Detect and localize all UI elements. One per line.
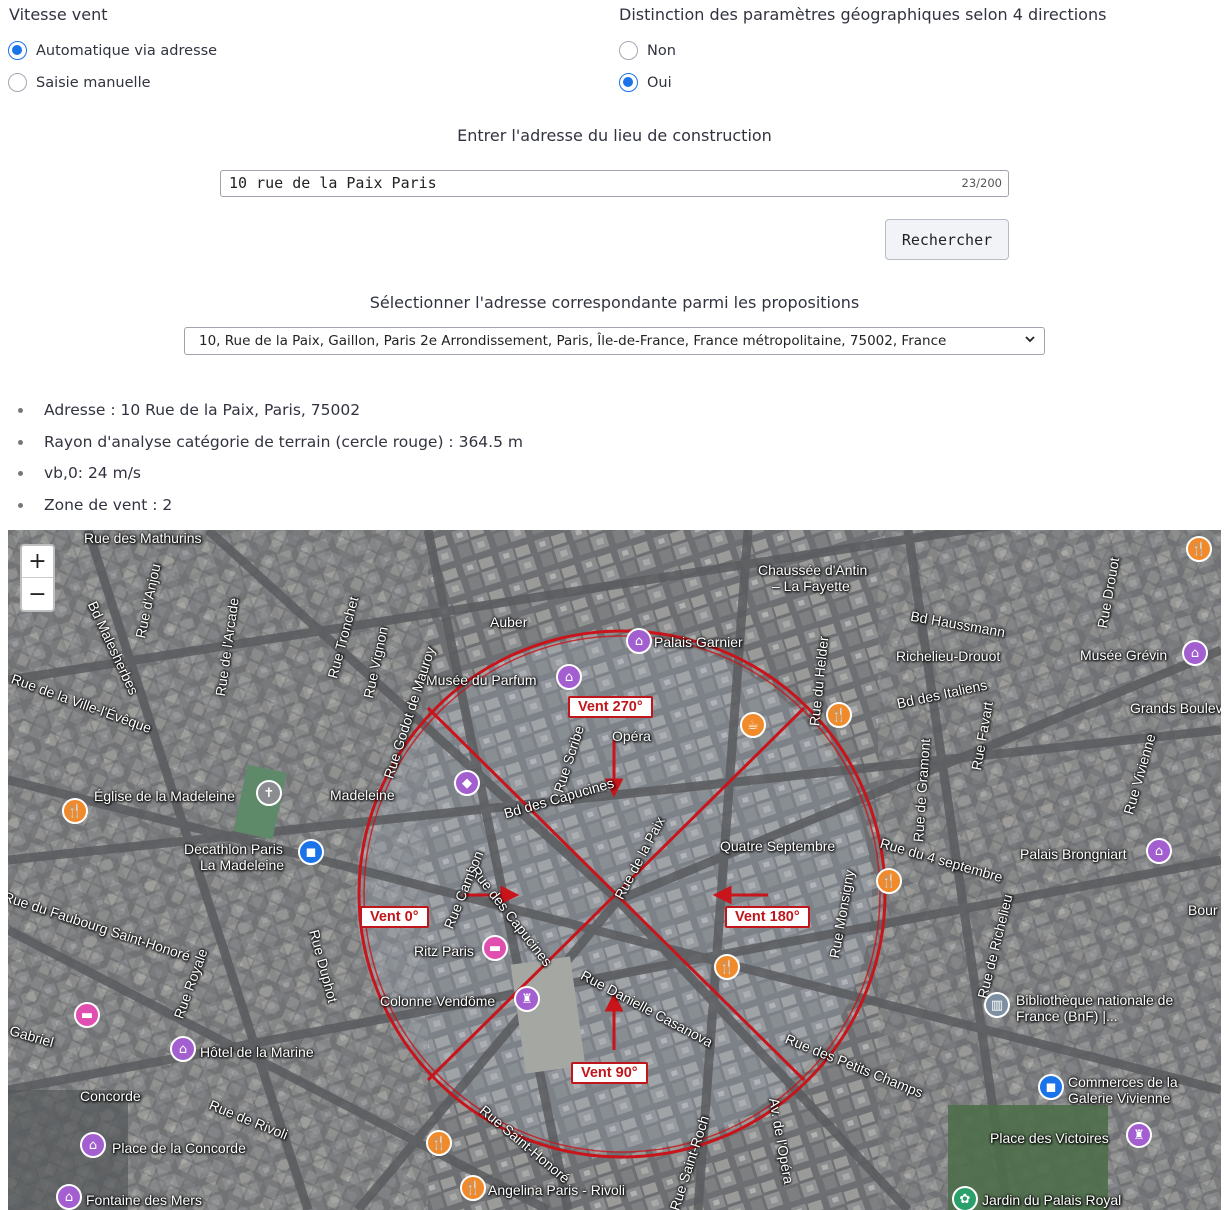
address-input[interactable]: 10 rue de la Paix Paris 23/200 <box>220 170 1009 197</box>
restaurant-icon[interactable]: 🍴 <box>714 954 740 980</box>
library-icon[interactable]: ▥ <box>984 992 1010 1018</box>
map-label: Grands Boulev <box>1130 700 1221 716</box>
radio-label: Oui <box>647 74 672 91</box>
radio-unselected-icon[interactable] <box>619 41 638 60</box>
wind-label-north: Vent 270° <box>568 696 653 718</box>
hotel-icon[interactable]: ▬ <box>482 935 508 961</box>
map-label: Concorde <box>80 1088 141 1104</box>
radio-label: Automatique via adresse <box>36 42 218 59</box>
radio-unselected-icon[interactable] <box>8 73 27 92</box>
landmark-icon[interactable]: ⌂ <box>80 1132 106 1158</box>
map-label: Madeleine <box>330 787 395 803</box>
map-label: Decathlon Paris <box>184 841 283 857</box>
info-radius: Rayon d'analyse catégorie de terrain (ce… <box>18 430 523 462</box>
map-label: La Madeleine <box>200 857 285 873</box>
map-label: Place des Victoires <box>990 1130 1109 1146</box>
map-label: Palais Garnier <box>654 634 743 650</box>
landmark-icon[interactable]: ⌂ <box>1146 838 1172 864</box>
address-select[interactable]: 10, Rue de la Paix, Gaillon, Paris 2e Ar… <box>184 327 1045 355</box>
restaurant-icon[interactable]: 🍴 <box>876 868 902 894</box>
address-input-value: 10 rue de la Paix Paris <box>229 174 437 192</box>
map-label: – La Fayette <box>772 578 850 594</box>
info-address: Adresse : 10 Rue de la Paix, Paris, 7500… <box>18 398 523 430</box>
museum-icon[interactable]: ⌂ <box>556 664 582 690</box>
map-label: Hôtel de la Marine <box>200 1044 314 1060</box>
museum-icon[interactable]: ⌂ <box>1182 640 1208 666</box>
map-label: Opéra <box>612 728 651 744</box>
map-label: Bour <box>1188 902 1218 918</box>
restaurant-icon[interactable]: 🍴 <box>826 702 852 728</box>
shopping-icon[interactable]: ◆ <box>454 770 480 796</box>
church-icon[interactable]: ✝ <box>256 780 282 806</box>
radio-selected-icon[interactable] <box>619 73 638 92</box>
info-list: Adresse : 10 Rue de la Paix, Paris, 7500… <box>0 398 523 524</box>
map-label: Musée Grévin <box>1080 647 1168 663</box>
radio-label: Non <box>647 42 676 59</box>
map-label: France (BnF) |... <box>1016 1008 1118 1024</box>
address-select-value: 10, Rue de la Paix, Gaillon, Paris 2e Ar… <box>199 333 947 349</box>
shopping-bag-icon[interactable]: ◼ <box>298 839 324 865</box>
map-label: Galerie Vivienne <box>1068 1090 1171 1106</box>
map-label: Place de la Concorde <box>112 1140 246 1156</box>
radio-oui[interactable]: Oui <box>619 73 672 92</box>
museum-icon[interactable]: ⌂ <box>170 1036 196 1062</box>
map-label: Église de la Madeleine <box>94 788 235 804</box>
map-label: Palais Brongniart <box>1020 846 1127 862</box>
radio-selected-icon[interactable] <box>8 41 27 60</box>
address-input-label: Entrer l'adresse du lieu de construction <box>457 126 772 145</box>
satellite-map[interactable]: + − Vent 270° Vent 0° Vent 180° Vent 90°… <box>8 530 1221 1210</box>
map-label: Quatre Septembre <box>720 838 836 854</box>
map-background <box>8 530 1221 1210</box>
wind-label-west: Vent 0° <box>360 906 429 928</box>
geo-params-label: Distinction des paramètres géographiques… <box>619 5 1107 24</box>
info-wind-zone: Zone de vent : 2 <box>18 493 523 525</box>
museum-icon[interactable]: ⌂ <box>626 628 652 654</box>
landmark-icon[interactable]: ⌂ <box>56 1184 82 1210</box>
wind-speed-label: Vitesse vent <box>9 5 108 24</box>
chevron-down-icon <box>1025 336 1035 343</box>
monument-icon[interactable]: ♜ <box>514 986 540 1012</box>
hotel-icon[interactable]: ▬ <box>74 1002 100 1028</box>
cafe-icon[interactable]: ☕ <box>740 712 766 738</box>
char-counter: 23/200 <box>961 176 1002 190</box>
radio-label: Saisie manuelle <box>36 74 151 91</box>
map-label: Angelina Paris - Rivoli <box>488 1182 625 1198</box>
zoom-out-button[interactable]: − <box>22 578 53 610</box>
wind-label-east: Vent 180° <box>725 906 810 928</box>
wind-label-south: Vent 90° <box>571 1062 648 1084</box>
shopping-bag-icon[interactable]: ◼ <box>1038 1074 1064 1100</box>
restaurant-icon[interactable]: 🍴 <box>460 1175 486 1201</box>
map-label: Jardin du Palais Royal <box>982 1192 1122 1208</box>
map-label: Fontaine des Mers <box>86 1192 202 1208</box>
map-label: Musée du Parfum <box>426 672 537 688</box>
map-label: Commerces de la <box>1068 1074 1178 1090</box>
map-label: Richelieu-Drouot <box>896 648 1001 664</box>
restaurant-icon[interactable]: 🍴 <box>1186 536 1212 562</box>
map-label: Chaussée d'Antin <box>758 562 868 578</box>
search-button[interactable]: Rechercher <box>885 219 1009 260</box>
map-label: Rue des Mathurins <box>84 530 202 546</box>
zoom-control: + − <box>20 544 55 612</box>
radio-non[interactable]: Non <box>619 41 676 60</box>
radio-manual-entry[interactable]: Saisie manuelle <box>8 73 151 92</box>
restaurant-icon[interactable]: 🍴 <box>62 798 88 824</box>
garden-icon[interactable]: ✿ <box>952 1186 978 1210</box>
radio-auto-address[interactable]: Automatique via adresse <box>8 41 217 60</box>
map-label: Auber <box>490 614 528 630</box>
map-label: Ritz Paris <box>414 943 474 959</box>
monument-icon[interactable]: ♜ <box>1126 1122 1152 1148</box>
info-vb0: vb,0: 24 m/s <box>18 461 523 493</box>
restaurant-icon[interactable]: 🍴 <box>426 1130 452 1156</box>
map-label: Colonne Vendôme <box>380 993 496 1009</box>
map-label: Bibliothèque nationale de <box>1016 992 1174 1008</box>
address-select-label: Sélectionner l'adresse correspondante pa… <box>369 293 860 312</box>
zoom-in-button[interactable]: + <box>22 546 53 578</box>
